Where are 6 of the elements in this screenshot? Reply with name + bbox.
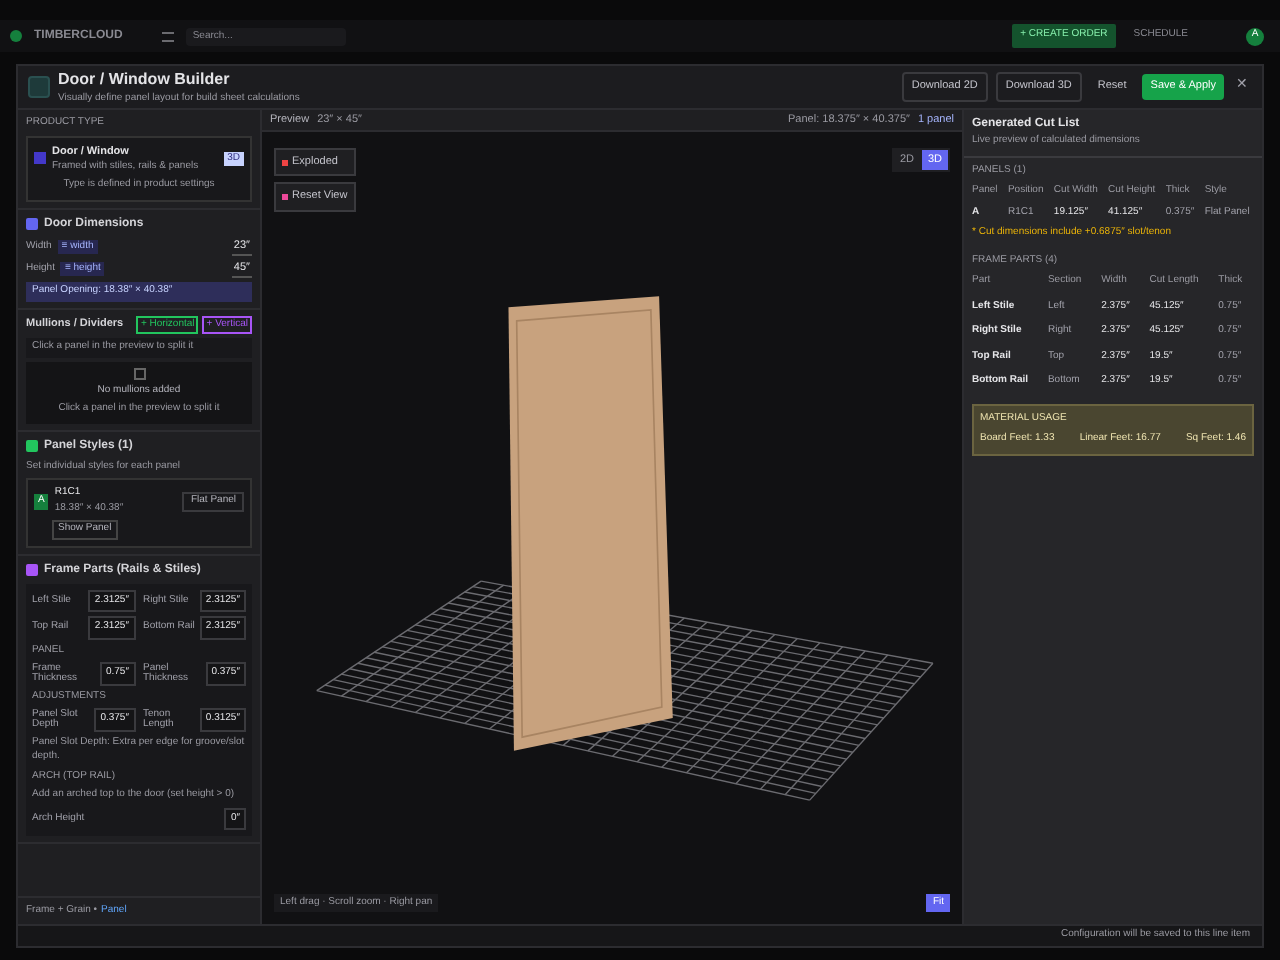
section-icon	[26, 218, 38, 231]
menu-icon[interactable]	[162, 31, 175, 41]
section-icon	[26, 564, 38, 577]
modal-title: Door / Window Builder	[58, 67, 232, 92]
logo-icon	[10, 30, 22, 42]
section-icon	[26, 440, 38, 453]
